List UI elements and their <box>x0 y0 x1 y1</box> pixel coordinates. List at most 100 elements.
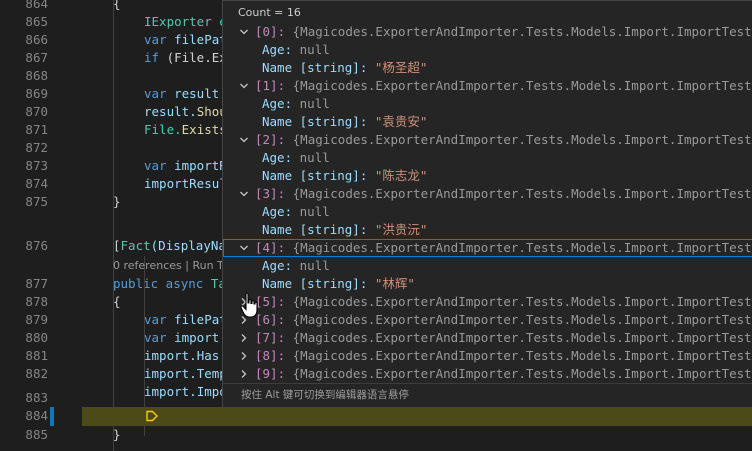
current-line-marker <box>50 407 54 426</box>
item-type-value: {Magicodes.ExporterAndImporter.Tests.Mod… <box>292 294 752 309</box>
property-name: Name [string]: <box>262 114 368 129</box>
item-type-value: {Magicodes.ExporterAndImporter.Tests.Mod… <box>292 240 752 255</box>
line-number: 881 <box>25 348 48 363</box>
chevron-right-icon[interactable] <box>239 369 249 379</box>
property-value: "袁贵安" <box>374 114 428 129</box>
indent-guide <box>113 0 114 451</box>
datatip-property-row[interactable]: Age: null <box>223 95 752 113</box>
datatip-item-row[interactable]: [3]: {Magicodes.ExporterAndImporter.Test… <box>223 185 752 203</box>
line-number: 878 <box>25 294 48 309</box>
line-number: 864 <box>25 0 48 11</box>
datatip-item-row[interactable]: [2]: {Magicodes.ExporterAndImporter.Test… <box>223 131 752 149</box>
datatip-item-row[interactable]: [4]: {Magicodes.ExporterAndImporter.Test… <box>223 239 752 257</box>
datatip-property-row[interactable]: Name [string]: "袁贵安" <box>223 113 752 131</box>
code-line[interactable]: } <box>113 426 121 444</box>
line-number: 882 <box>25 366 48 381</box>
datatip-item-row[interactable]: [7]: {Magicodes.ExporterAndImporter.Test… <box>223 329 752 347</box>
property-value: "陈志龙" <box>374 168 428 183</box>
code-line[interactable]: importResul <box>144 175 227 193</box>
item-type-value: {Magicodes.ExporterAndImporter.Tests.Mod… <box>292 330 752 345</box>
code-line[interactable]: IExporter e <box>144 13 227 31</box>
current-statement-highlight <box>82 407 752 426</box>
item-type-value: {Magicodes.ExporterAndImporter.Tests.Mod… <box>292 312 752 327</box>
datatip-footer-hint: 按住 Alt 键可切换到编辑器语言悬停 <box>223 383 752 407</box>
datatip-item-row[interactable]: [6]: {Magicodes.ExporterAndImporter.Test… <box>223 311 752 329</box>
code-line[interactable]: var result <box>144 85 219 103</box>
hand-cursor-icon <box>240 292 258 318</box>
datatip-item-row[interactable]: [8]: {Magicodes.ExporterAndImporter.Test… <box>223 347 752 365</box>
chevron-down-icon[interactable] <box>239 243 249 253</box>
line-number: 880 <box>25 330 48 345</box>
line-number: 884 <box>25 408 48 423</box>
line-number: 865 <box>25 14 48 29</box>
count-label: Count = 16 <box>238 6 301 19</box>
datatip-property-row[interactable]: Name [string]: "洪贵沅" <box>223 221 752 239</box>
code-line[interactable]: import.Temp <box>144 365 227 383</box>
code-line[interactable]: var filePat <box>144 31 227 49</box>
line-number: 883 <box>25 390 48 405</box>
line-number: 876 <box>25 238 48 253</box>
line-number: 885 <box>25 427 48 442</box>
code-line[interactable]: var import <box>144 329 219 347</box>
datatip-property-row[interactable]: Age: null <box>223 149 752 167</box>
item-type-value: {Magicodes.ExporterAndImporter.Tests.Mod… <box>292 132 752 147</box>
property-name: Age: <box>262 150 293 165</box>
property-name: Name [string]: <box>262 222 368 237</box>
datatip-property-row[interactable]: Age: null <box>223 203 752 221</box>
code-line[interactable]: var importR <box>144 157 227 175</box>
property-value: null <box>299 42 330 57</box>
datatip-item-row[interactable]: [5]: {Magicodes.ExporterAndImporter.Test… <box>223 293 752 311</box>
line-number: 877 <box>25 276 48 291</box>
line-number: 866 <box>25 32 48 47</box>
chevron-down-icon[interactable] <box>239 27 249 37</box>
codelens-references[interactable]: 0 references | Run Te <box>113 257 229 275</box>
property-name: Name [string]: <box>262 276 368 291</box>
item-index: [4]: <box>255 240 286 255</box>
datatip-property-row[interactable]: Name [string]: "杨圣超" <box>223 59 752 77</box>
datatip-property-row[interactable]: Name [string]: "林辉" <box>223 275 752 293</box>
property-name: Age: <box>262 204 293 219</box>
code-line[interactable]: import.Impo <box>144 383 227 401</box>
code-line[interactable]: { <box>113 293 121 311</box>
property-name: Name [string]: <box>262 60 368 75</box>
property-value: null <box>299 150 330 165</box>
item-index: [8]: <box>255 348 286 363</box>
line-number: 873 <box>25 158 48 173</box>
item-index: [3]: <box>255 186 286 201</box>
datatip-property-row[interactable]: Age: null <box>223 257 752 275</box>
item-index: [0]: <box>255 24 286 39</box>
datatip-item-row[interactable]: [1]: {Magicodes.ExporterAndImporter.Test… <box>223 77 752 95</box>
code-line[interactable]: result.Shou <box>144 103 227 121</box>
item-type-value: {Magicodes.ExporterAndImporter.Tests.Mod… <box>292 366 752 381</box>
code-line[interactable]: File.Exists <box>144 121 227 139</box>
code-line[interactable]: var filePat <box>144 311 227 329</box>
code-line[interactable]: import.Has <box>144 347 219 365</box>
line-number: 875 <box>25 194 48 209</box>
chevron-right-icon[interactable] <box>239 333 249 343</box>
chevron-down-icon[interactable] <box>239 81 249 91</box>
property-value: null <box>299 96 330 111</box>
datatip-property-row[interactable]: Name [string]: "陈志龙" <box>223 167 752 185</box>
chevron-right-icon[interactable] <box>239 351 249 361</box>
property-name: Age: <box>262 258 293 273</box>
datatip-item-row[interactable]: [9]: {Magicodes.ExporterAndImporter.Test… <box>223 365 752 383</box>
code-line[interactable]: public async Ta <box>113 275 226 293</box>
item-index: [9]: <box>255 366 286 381</box>
line-number: 867 <box>25 50 48 65</box>
line-number: 874 <box>25 176 48 191</box>
line-number: 869 <box>25 86 48 101</box>
line-number: 879 <box>25 312 48 327</box>
datatip-property-row[interactable]: Age: null <box>223 41 752 59</box>
code-line[interactable]: } <box>113 193 121 211</box>
chevron-down-icon[interactable] <box>239 189 249 199</box>
code-line[interactable]: { <box>113 0 121 13</box>
datatip-item-row[interactable]: [0]: {Magicodes.ExporterAndImporter.Test… <box>223 23 752 41</box>
code-line[interactable]: if (File.Exi <box>144 49 234 67</box>
item-type-value: {Magicodes.ExporterAndImporter.Tests.Mod… <box>292 78 752 93</box>
code-line[interactable]: [Fact(DisplayNa <box>113 237 226 255</box>
debug-datatip[interactable]: Count = 16 按住 Alt 键可切换到编辑器语言悬停 [0]: {Mag… <box>222 0 752 408</box>
line-number: 870 <box>25 104 48 119</box>
chevron-down-icon[interactable] <box>239 135 249 145</box>
line-number: 872 <box>25 140 48 155</box>
property-value: null <box>299 258 330 273</box>
